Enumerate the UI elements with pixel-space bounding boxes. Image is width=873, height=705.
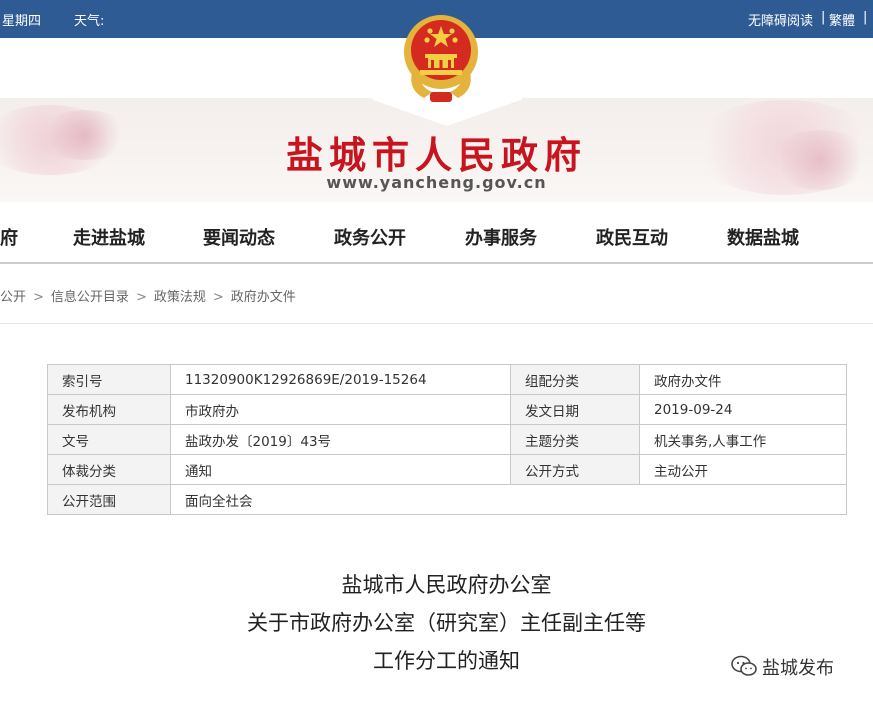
breadcrumb-separator: > [212,290,224,305]
meta-label-index: 索引号 [47,364,171,395]
watermark-text: 盐城发布 [762,658,834,679]
breadcrumb-item[interactable]: 信息公开目录 [51,290,129,305]
breadcrumb-item[interactable]: 公开 [0,290,26,305]
breadcrumb-item[interactable]: 政府办文件 [231,290,296,305]
meta-label-publisher: 发布机构 [47,394,171,425]
meta-value-index: 11320900K12926869E/2019-15264 [170,364,511,395]
document-meta-table: 索引号 11320900K12926869E/2019-15264 组配分类 政… [47,364,847,515]
meta-label-disclosure: 公开方式 [510,454,640,485]
meta-value-scope: 面向全社会 [170,484,847,515]
breadcrumb-separator: > [135,290,147,305]
meta-value-issue-date: 2019-09-24 [639,394,847,425]
weather-text: 天气: [74,14,105,29]
nav-item-government-affairs[interactable]: 政务公开 [334,224,406,250]
topbar-separator: | [863,10,868,25]
breadcrumb-item[interactable]: 政策法规 [154,290,206,305]
nav-item-news[interactable]: 要闻动态 [203,224,275,250]
table-row: 发布机构 市政府办 发文日期 2019-09-24 [47,394,847,425]
nav-item-services[interactable]: 办事服务 [465,224,537,250]
document-title-line: 盐城市人民政府办公室 [341,573,552,597]
divider [0,323,873,324]
table-row: 体裁分类 通知 公开方式 主动公开 [47,454,847,485]
meta-label-genre: 体裁分类 [47,454,171,485]
meta-value-publisher: 市政府办 [170,394,511,425]
meta-value-disclosure: 主动公开 [639,454,847,485]
traditional-chinese-link[interactable]: 繁體 [829,10,855,29]
meta-label-category: 组配分类 [510,364,640,395]
wechat-icon [731,655,757,676]
meta-label-issue-date: 发文日期 [510,394,640,425]
nav-item[interactable]: 府 [0,224,18,250]
topbar-separator: | [821,10,826,25]
breadcrumb: 公开 > 信息公开目录 > 政策法规 > 政府办文件 [0,286,296,305]
meta-value-doc-number: 盐政办发〔2019〕43号 [170,424,511,455]
main-nav: 府 走进盐城 要闻动态 政务公开 办事服务 政民互动 数据盐城 [0,202,873,264]
site-url[interactable]: www.yancheng.gov.cn [0,173,873,192]
nav-item-about-yancheng[interactable]: 走进盐城 [73,224,145,250]
meta-label-topic: 主题分类 [510,424,640,455]
meta-label-doc-number: 文号 [47,424,171,455]
site-title: 盐城市人民政府 [286,133,587,177]
national-emblem-icon[interactable] [402,10,480,106]
table-row: 索引号 11320900K12926869E/2019-15264 组配分类 政… [47,364,847,395]
table-row: 文号 盐政办发〔2019〕43号 主题分类 机关事务,人事工作 [47,424,847,455]
nav-item-interaction[interactable]: 政民互动 [596,224,668,250]
table-row: 公开范围 面向全社会 [47,484,847,515]
meta-value-topic: 机关事务,人事工作 [639,424,847,455]
nav-item-data[interactable]: 数据盐城 [727,224,799,250]
meta-value-category: 政府办文件 [639,364,847,395]
accessibility-link[interactable]: 无障碍阅读 [748,10,813,29]
breadcrumb-separator: > [33,290,44,305]
meta-value-genre: 通知 [170,454,511,485]
meta-label-scope: 公开范围 [47,484,171,515]
document-title-line: 关于市政府办公室（研究室）主任副主任等 [247,611,646,635]
weekday-text: 星期四 [2,14,42,29]
